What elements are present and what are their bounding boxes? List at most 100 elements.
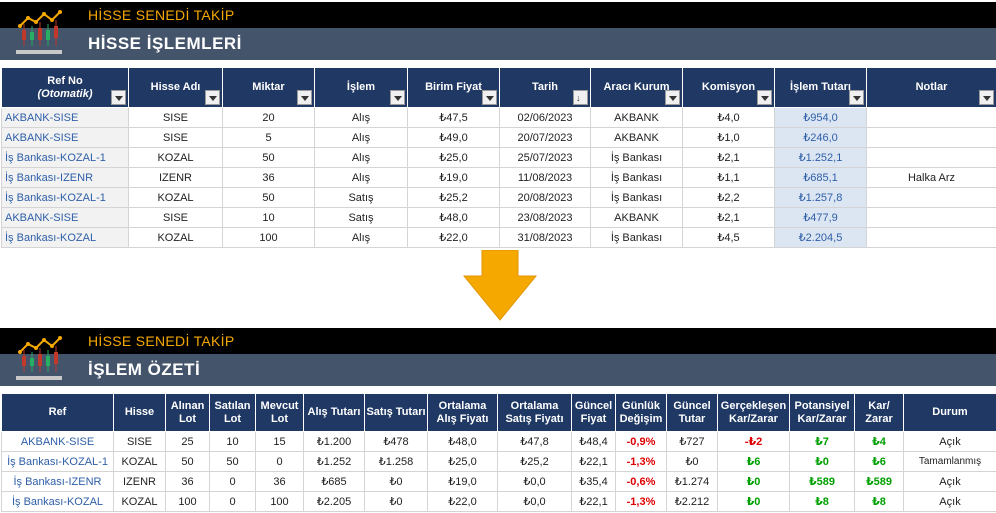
cell-daily-change[interactable]: -0,9% xyxy=(615,431,667,452)
filter-dropdown-icon[interactable] xyxy=(849,90,864,105)
cell-quantity[interactable]: 10 xyxy=(222,207,315,228)
cell-daily-change[interactable]: -1,3% xyxy=(615,491,667,512)
cell-current-amount[interactable]: ₺0 xyxy=(666,451,718,472)
cell-unit-price[interactable]: ₺22,0 xyxy=(407,227,500,248)
cell-sell-amount[interactable]: ₺0 xyxy=(364,471,428,492)
cell-sell-amount[interactable]: ₺1.258 xyxy=(364,451,428,472)
cell-amount[interactable]: ₺477,9 xyxy=(774,207,867,228)
cell-broker[interactable]: İş Bankası xyxy=(590,167,683,188)
cell-daily-change[interactable]: -0,6% xyxy=(615,471,667,492)
cell-transaction[interactable]: Alış xyxy=(314,127,408,148)
cell-date[interactable]: 31/08/2023 xyxy=(499,227,591,248)
cell-commission[interactable]: ₺2,1 xyxy=(682,207,775,228)
cell-amount[interactable]: ₺1.257,8 xyxy=(774,187,867,208)
cell-ref[interactable]: İş Bankası-KOZAL-1 xyxy=(1,451,114,472)
cell-ref[interactable]: İş Bankası-KOZAL xyxy=(1,227,129,248)
cell-unit-price[interactable]: ₺25,2 xyxy=(407,187,500,208)
cell-ref[interactable]: İş Bankası-KOZAL-1 xyxy=(1,187,129,208)
cell-current-lot[interactable]: 0 xyxy=(255,451,304,472)
cell-stock[interactable]: KOZAL xyxy=(128,147,223,168)
cell-quantity[interactable]: 50 xyxy=(222,187,315,208)
cell-realized-pl[interactable]: ₺6 xyxy=(717,451,790,472)
cell-transaction[interactable]: Alış xyxy=(314,167,408,188)
cell-stock[interactable]: KOZAL xyxy=(128,187,223,208)
cell-quantity[interactable]: 50 xyxy=(222,147,315,168)
cell-date[interactable]: 20/07/2023 xyxy=(499,127,591,148)
cell-current-lot[interactable]: 15 xyxy=(255,431,304,452)
cell-current-price[interactable]: ₺22,1 xyxy=(571,451,616,472)
cell-date[interactable]: 02/06/2023 xyxy=(499,107,591,128)
cell-notes[interactable] xyxy=(866,187,996,208)
cell-pl[interactable]: ₺4 xyxy=(854,431,904,452)
cell-amount[interactable]: ₺2.204,5 xyxy=(774,227,867,248)
cell-stock[interactable]: IZENR xyxy=(128,167,223,188)
cell-current-price[interactable]: ₺22,1 xyxy=(571,491,616,512)
cell-potential-pl[interactable]: ₺0 xyxy=(789,451,855,472)
cell-current-lot[interactable]: 100 xyxy=(255,491,304,512)
cell-bought-lot[interactable]: 50 xyxy=(165,451,210,472)
cell-realized-pl[interactable]: -₺2 xyxy=(717,431,790,452)
cell-potential-pl[interactable]: ₺7 xyxy=(789,431,855,452)
cell-current-amount[interactable]: ₺2.212 xyxy=(666,491,718,512)
cell-stock[interactable]: KOZAL xyxy=(128,227,223,248)
cell-date[interactable]: 11/08/2023 xyxy=(499,167,591,188)
cell-amount[interactable]: ₺1.252,1 xyxy=(774,147,867,168)
cell-avg-sell-price[interactable]: ₺25,2 xyxy=(497,451,572,472)
cell-quantity[interactable]: 20 xyxy=(222,107,315,128)
cell-avg-sell-price[interactable]: ₺47,8 xyxy=(497,431,572,452)
filter-dropdown-icon[interactable] xyxy=(482,90,497,105)
cell-ref[interactable]: İş Bankası-IZENR xyxy=(1,471,114,492)
cell-ref[interactable]: AKBANK-SISE xyxy=(1,107,129,128)
filter-dropdown-icon[interactable] xyxy=(297,90,312,105)
cell-commission[interactable]: ₺2,2 xyxy=(682,187,775,208)
cell-current-amount[interactable]: ₺1.274 xyxy=(666,471,718,492)
cell-status[interactable]: Açık xyxy=(903,491,996,512)
filter-dropdown-icon[interactable] xyxy=(205,90,220,105)
cell-date[interactable]: 23/08/2023 xyxy=(499,207,591,228)
cell-stock[interactable]: IZENR xyxy=(113,471,166,492)
cell-notes[interactable] xyxy=(866,227,996,248)
cell-avg-sell-price[interactable]: ₺0,0 xyxy=(497,491,572,512)
cell-current-amount[interactable]: ₺727 xyxy=(666,431,718,452)
cell-stock[interactable]: KOZAL xyxy=(113,491,166,512)
cell-status[interactable]: Açık xyxy=(903,431,996,452)
cell-stock[interactable]: SISE xyxy=(128,127,223,148)
cell-amount[interactable]: ₺246,0 xyxy=(774,127,867,148)
cell-commission[interactable]: ₺1,1 xyxy=(682,167,775,188)
cell-potential-pl[interactable]: ₺589 xyxy=(789,471,855,492)
cell-quantity[interactable]: 100 xyxy=(222,227,315,248)
cell-ref[interactable]: İş Bankası-KOZAL-1 xyxy=(1,147,129,168)
cell-transaction[interactable]: Alış xyxy=(314,107,408,128)
cell-avg-sell-price[interactable]: ₺0,0 xyxy=(497,471,572,492)
cell-commission[interactable]: ₺1,0 xyxy=(682,127,775,148)
cell-amount[interactable]: ₺685,1 xyxy=(774,167,867,188)
cell-daily-change[interactable]: -1,3% xyxy=(615,451,667,472)
cell-broker[interactable]: İş Bankası xyxy=(590,187,683,208)
cell-stock[interactable]: SISE xyxy=(128,107,223,128)
cell-status[interactable]: Tamamlanmış xyxy=(903,451,996,472)
cell-broker[interactable]: İş Bankası xyxy=(590,227,683,248)
cell-avg-buy-price[interactable]: ₺25,0 xyxy=(427,451,498,472)
cell-transaction[interactable]: Satış xyxy=(314,187,408,208)
filter-dropdown-icon[interactable] xyxy=(111,90,126,105)
cell-transaction[interactable]: Alış xyxy=(314,147,408,168)
cell-unit-price[interactable]: ₺49,0 xyxy=(407,127,500,148)
cell-date[interactable]: 20/08/2023 xyxy=(499,187,591,208)
cell-unit-price[interactable]: ₺47,5 xyxy=(407,107,500,128)
cell-buy-amount[interactable]: ₺1.200 xyxy=(303,431,365,452)
cell-realized-pl[interactable]: ₺0 xyxy=(717,471,790,492)
cell-stock[interactable]: SISE xyxy=(113,431,166,452)
cell-date[interactable]: 25/07/2023 xyxy=(499,147,591,168)
cell-unit-price[interactable]: ₺25,0 xyxy=(407,147,500,168)
cell-current-lot[interactable]: 36 xyxy=(255,471,304,492)
cell-broker[interactable]: AKBANK xyxy=(590,107,683,128)
cell-pl[interactable]: ₺589 xyxy=(854,471,904,492)
cell-status[interactable]: Açık xyxy=(903,471,996,492)
cell-quantity[interactable]: 36 xyxy=(222,167,315,188)
filter-dropdown-icon[interactable] xyxy=(979,90,994,105)
cell-current-price[interactable]: ₺35,4 xyxy=(571,471,616,492)
cell-commission[interactable]: ₺4,0 xyxy=(682,107,775,128)
cell-notes[interactable] xyxy=(866,147,996,168)
cell-notes[interactable] xyxy=(866,107,996,128)
cell-broker[interactable]: AKBANK xyxy=(590,127,683,148)
